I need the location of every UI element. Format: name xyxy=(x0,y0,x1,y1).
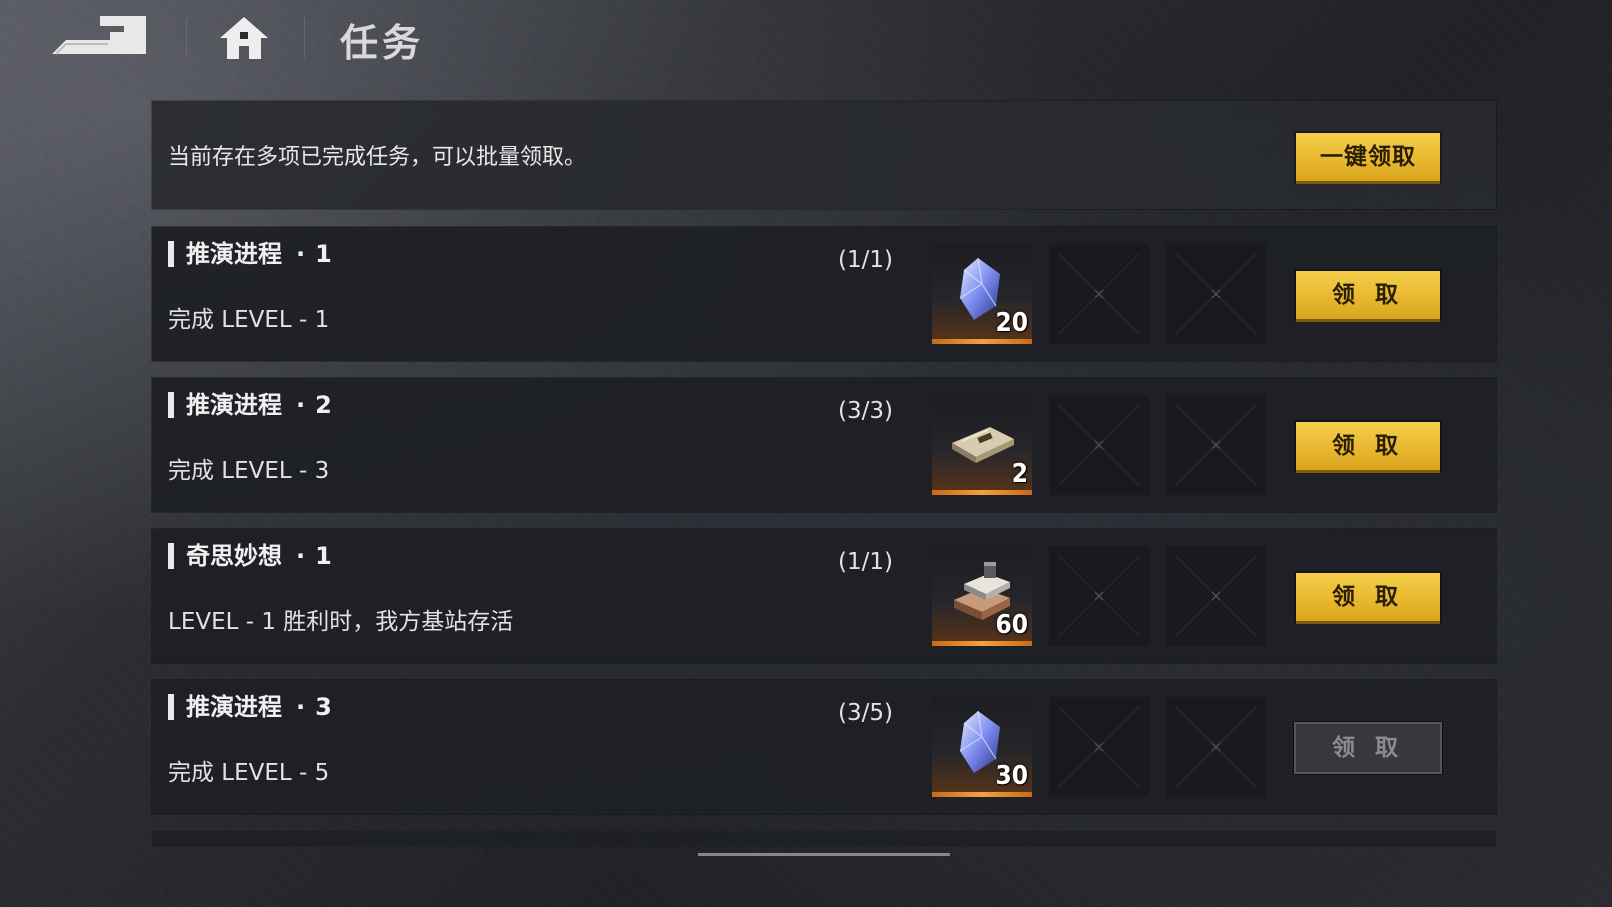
reward-count: 30 xyxy=(995,761,1028,791)
task-progress: (3/3) xyxy=(838,398,893,424)
home-button[interactable] xyxy=(217,14,271,62)
empty-reward-slot xyxy=(1049,697,1149,797)
task-row: 推演进程 · 3 完成 LEVEL - 5 (3/5) 30 领 取 xyxy=(152,680,1496,814)
header-divider xyxy=(304,18,305,58)
reward-count: 20 xyxy=(995,308,1028,338)
home-icon xyxy=(220,17,268,59)
task-name: 推演进程 xyxy=(186,693,282,721)
task-description: 完成 LEVEL - 1 xyxy=(168,307,330,333)
empty-slot-icon xyxy=(1058,706,1140,788)
empty-reward-slot xyxy=(1166,697,1266,797)
task-row: 推演进程 · 2 完成 LEVEL - 3 (3/3) 2 领 取 xyxy=(152,378,1496,512)
task-row: 奇思妙想 · 1 LEVEL - 1 胜利时，我方基站存活 (1/1) 60 领 取 xyxy=(152,529,1496,663)
task-index: 1 xyxy=(315,542,332,570)
reward-slot[interactable]: 60 xyxy=(932,546,1032,646)
task-progress: (3/5) xyxy=(838,700,893,726)
top-bar: 任务 xyxy=(0,0,1612,80)
reward-slot[interactable]: 30 xyxy=(932,697,1032,797)
task-progress: (1/1) xyxy=(838,549,893,575)
empty-slot-icon xyxy=(1058,555,1140,637)
empty-slot-icon xyxy=(1175,253,1257,335)
plate-icon xyxy=(952,427,1014,463)
reward-count: 2 xyxy=(1011,459,1028,489)
claim-all-button[interactable]: 一键领取 xyxy=(1296,133,1440,181)
header-divider xyxy=(186,18,187,58)
empty-reward-slot xyxy=(1049,395,1149,495)
task-title: 推演进程 · 3 xyxy=(168,694,332,720)
claim-button[interactable]: 领 取 xyxy=(1296,422,1440,470)
empty-slot-icon xyxy=(1058,404,1140,486)
empty-slot-icon xyxy=(1058,253,1140,335)
task-description: 完成 LEVEL - 3 xyxy=(168,458,330,484)
back-arrow-icon xyxy=(52,16,146,55)
reward-slot[interactable]: 2 xyxy=(932,395,1032,495)
back-button[interactable] xyxy=(50,14,154,60)
banner-message: 当前存在多项已完成任务，可以批量领取。 xyxy=(168,145,587,170)
task-name: 推演进程 xyxy=(186,391,282,419)
task-title: 推演进程 · 1 xyxy=(168,241,332,267)
task-name: 推演进程 xyxy=(186,240,282,268)
page-title: 任务 xyxy=(340,21,425,65)
task-row: 推演进程 · 1 完成 LEVEL - 1 (1/1) 20 领 取 xyxy=(152,227,1496,361)
task-row-partial xyxy=(152,831,1496,847)
task-title: 奇思妙想 · 1 xyxy=(168,543,332,569)
claim-button[interactable]: 领 取 xyxy=(1296,573,1440,621)
task-index: 3 xyxy=(315,693,332,721)
claim-button[interactable]: 领 取 xyxy=(1296,271,1440,319)
empty-reward-slot xyxy=(1049,546,1149,646)
empty-reward-slot xyxy=(1166,546,1266,646)
empty-slot-icon xyxy=(1175,706,1257,788)
batch-claim-banner: 当前存在多项已完成任务，可以批量领取。 一键领取 xyxy=(152,101,1496,209)
task-index: 1 xyxy=(315,240,332,268)
empty-reward-slot xyxy=(1166,395,1266,495)
task-name: 奇思妙想 xyxy=(186,542,282,570)
task-description: 完成 LEVEL - 5 xyxy=(168,760,330,786)
scroll-indicator[interactable] xyxy=(698,853,950,856)
empty-reward-slot xyxy=(1166,244,1266,344)
empty-slot-icon xyxy=(1175,404,1257,486)
empty-slot-icon xyxy=(1175,555,1257,637)
task-description: LEVEL - 1 胜利时，我方基站存活 xyxy=(168,609,514,635)
claim-button-disabled: 领 取 xyxy=(1296,724,1440,772)
task-index: 2 xyxy=(315,391,332,419)
task-title: 推演进程 · 2 xyxy=(168,392,332,418)
empty-reward-slot xyxy=(1049,244,1149,344)
reward-slot[interactable]: 20 xyxy=(932,244,1032,344)
reward-count: 60 xyxy=(995,610,1028,640)
task-progress: (1/1) xyxy=(838,247,893,273)
